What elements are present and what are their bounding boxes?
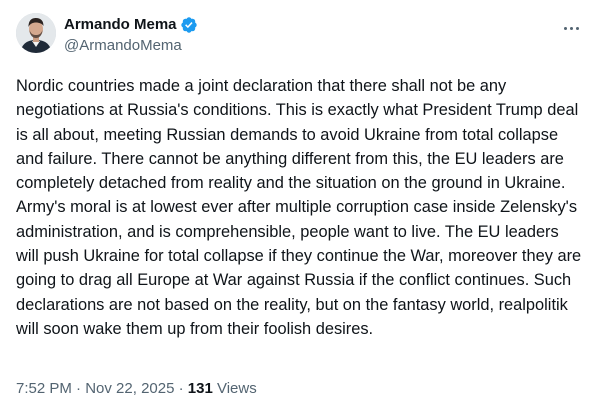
handle[interactable]: @ArmandoMema [64,36,198,55]
display-name[interactable]: Armando Mema [64,15,177,34]
verified-badge-icon[interactable] [180,16,198,34]
author-block: Armando Mema @ArmandoMema [64,15,198,55]
avatar[interactable] [16,13,56,53]
tweet-text: Nordic countries made a joint declaratio… [16,77,586,338]
more-horizontal-icon [563,26,567,30]
meta-separator: · [71,380,86,397]
name-row: Armando Mema [64,15,198,34]
tweet-date[interactable]: Nov 22, 2025 [85,380,174,397]
tweet-meta: 7:52 PM · Nov 22, 2025 · 131 Views [16,379,257,399]
more-options-button[interactable] [559,18,583,38]
meta-separator: · [174,380,188,397]
views-count: 131 [187,380,213,397]
more-horizontal-icon-dot [575,26,579,30]
more-horizontal-icon-dot [569,26,573,30]
tweet-time[interactable]: 7:52 PM [16,380,72,397]
avatar-image [16,13,56,53]
views-label: Views [212,380,257,397]
tweet-card: Armando Mema @ArmandoMema Nordic countri… [0,0,597,405]
